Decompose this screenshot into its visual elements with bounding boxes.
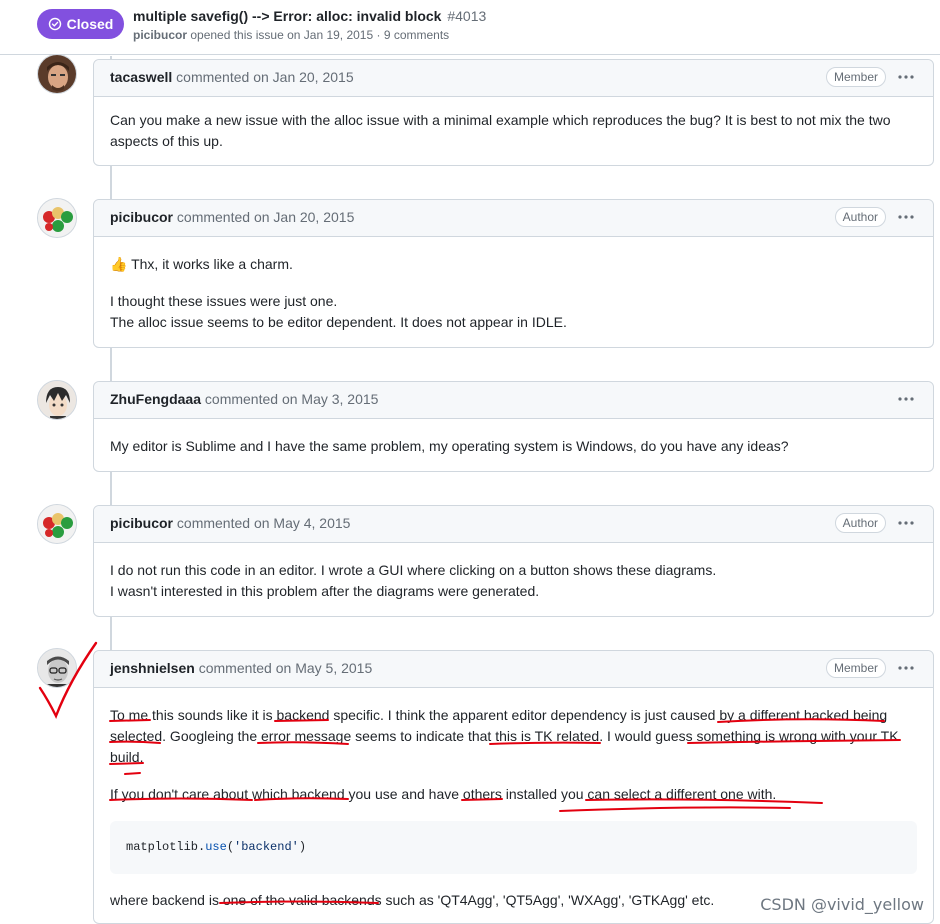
comment-options-button[interactable] — [895, 513, 917, 533]
comment-body: 👍 Thx, it works like a charm. I thought … — [94, 237, 933, 333]
comment-author[interactable]: ZhuFengdaaa — [110, 391, 201, 407]
kebab-horizontal-icon — [898, 215, 914, 219]
comment-author[interactable]: jenshnielsen — [110, 660, 195, 676]
comment-date[interactable]: commented on May 4, 2015 — [177, 515, 351, 531]
comment-header: jenshnielsen commented on May 5, 2015 Me… — [94, 651, 933, 688]
avatar-image — [38, 381, 76, 419]
avatar[interactable] — [37, 380, 77, 420]
watermark: CSDN @vivid_yellow — [760, 895, 924, 914]
comment-date[interactable]: commented on May 5, 2015 — [199, 660, 373, 676]
comment-header: picibucor commented on Jan 20, 2015 Auth… — [94, 200, 933, 237]
avatar-image — [38, 55, 76, 93]
issue-state-label: Closed — [66, 16, 114, 32]
comment-body: To me this sounds like it is backend spe… — [94, 688, 933, 911]
comment-author[interactable]: picibucor — [110, 515, 173, 531]
comment-header: ZhuFengdaaa commented on May 3, 2015 — [94, 382, 933, 419]
comment-byline: picibucor commented on Jan 20, 2015 — [110, 209, 354, 225]
avatar[interactable] — [37, 648, 77, 688]
issue-sticky-header: Closed multiple savefig() --> Error: all… — [0, 0, 940, 55]
comment-options-button[interactable] — [895, 389, 917, 409]
avatar-image — [38, 505, 76, 543]
comment-date[interactable]: commented on May 3, 2015 — [205, 391, 379, 407]
avatar[interactable] — [37, 198, 77, 238]
comment-paragraph: To me this sounds like it is backend spe… — [110, 707, 899, 765]
comment-box: picibucor commented on Jan 20, 2015 Auth… — [93, 199, 934, 348]
role-badge: Author — [834, 513, 886, 533]
role-badge: Member — [825, 67, 886, 87]
role-badge: Member — [825, 658, 886, 678]
comment-author[interactable]: tacaswell — [110, 69, 172, 85]
comment-paragraph: I thought these issues were just one. — [110, 293, 338, 309]
comment-byline: jenshnielsen commented on May 5, 2015 — [110, 660, 372, 676]
comment-author[interactable]: picibucor — [110, 209, 173, 225]
comment-paragraph: The alloc issue seems to be editor depen… — [110, 314, 567, 330]
kebab-horizontal-icon — [898, 666, 914, 670]
code-block: matplotlib.use('backend') — [110, 821, 917, 874]
comment-box: jenshnielsen commented on May 5, 2015 Me… — [93, 650, 934, 924]
comment-byline: tacaswell commented on Jan 20, 2015 — [110, 69, 354, 85]
comment-options-button[interactable] — [895, 207, 917, 227]
comment-header: picibucor commented on May 4, 2015 Autho… — [94, 506, 933, 543]
issue-title[interactable]: multiple savefig() --> Error: alloc: inv… — [133, 8, 441, 24]
comment-byline: picibucor commented on May 4, 2015 — [110, 515, 350, 531]
issue-meta: picibucor opened this issue on Jan 19, 2… — [133, 28, 449, 42]
comment-paragraph: I do not run this code in an editor. I w… — [110, 562, 717, 578]
issue-title-line: multiple savefig() --> Error: alloc: inv… — [133, 8, 486, 24]
avatar-image — [38, 649, 76, 687]
comment-date[interactable]: commented on Jan 20, 2015 — [177, 209, 354, 225]
comment-date[interactable]: commented on Jan 20, 2015 — [176, 69, 353, 85]
comment-paragraph: I wasn't interested in this problem afte… — [110, 583, 540, 599]
comment-box: picibucor commented on May 4, 2015 Autho… — [93, 505, 934, 617]
avatar-image — [38, 199, 76, 237]
comment-byline: ZhuFengdaaa commented on May 3, 2015 — [110, 391, 378, 407]
comment-paragraph: My editor is Sublime and I have the same… — [110, 438, 789, 454]
check-circle-icon — [48, 17, 61, 31]
comment-paragraph: If you don't care about which backend yo… — [110, 786, 777, 802]
kebab-horizontal-icon — [898, 397, 914, 401]
kebab-horizontal-icon — [898, 75, 914, 79]
issue-meta-text: opened this issue on Jan 19, 2015 · 9 co… — [187, 28, 450, 42]
thumbs-up-emoji: 👍 — [110, 256, 128, 272]
avatar[interactable] — [37, 54, 77, 94]
issue-state-badge: Closed — [37, 9, 124, 39]
issue-number: #4013 — [447, 8, 487, 24]
role-badge: Author — [834, 207, 886, 227]
comment-body: I do not run this code in an editor. I w… — [94, 543, 933, 602]
comment-options-button[interactable] — [895, 658, 917, 678]
avatar[interactable] — [37, 504, 77, 544]
comment-body: My editor is Sublime and I have the same… — [94, 419, 933, 457]
comment-box: tacaswell commented on Jan 20, 2015 Memb… — [93, 59, 934, 166]
comment-paragraph: Can you make a new issue with the alloc … — [110, 112, 891, 149]
comment-box: ZhuFengdaaa commented on May 3, 2015 My … — [93, 381, 934, 472]
kebab-horizontal-icon — [898, 521, 914, 525]
comment-paragraph: 👍 Thx, it works like a charm. — [110, 256, 293, 272]
issue-opener-link[interactable]: picibucor — [133, 28, 187, 42]
comment-header: tacaswell commented on Jan 20, 2015 Memb… — [94, 60, 933, 97]
comment-options-button[interactable] — [895, 67, 917, 87]
comment-body: Can you make a new issue with the alloc … — [94, 97, 933, 152]
